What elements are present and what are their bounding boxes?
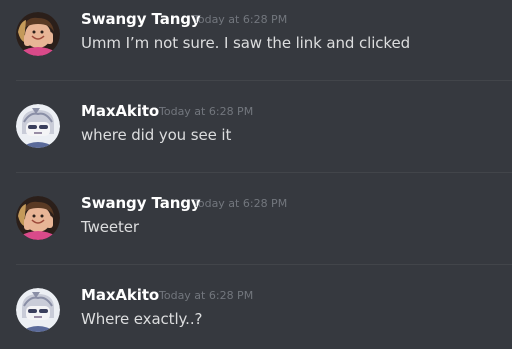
message-author[interactable]: MaxAkito	[81, 102, 159, 120]
message-timestamp[interactable]: Today at 6:28 PM	[193, 197, 287, 210]
message-divider	[16, 80, 512, 81]
message-item[interactable]: Swangy Tangy Today at 6:28 PM Tweeter	[0, 194, 512, 256]
message-item[interactable]: Swangy Tangy Today at 6:28 PM Umm I’m no…	[0, 10, 512, 72]
maxakito-avatar-icon[interactable]	[16, 288, 60, 332]
chat-messages: Swangy Tangy Today at 6:28 PM Umm I’m no…	[0, 0, 512, 349]
message-content: Where exactly..?	[81, 310, 203, 328]
message-content: Tweeter	[81, 218, 139, 236]
maxakito-avatar-icon[interactable]	[16, 104, 60, 148]
message-item[interactable]: MaxAkito Today at 6:28 PM where did you …	[0, 102, 512, 164]
swangy-avatar-icon[interactable]	[16, 196, 60, 240]
message-content: where did you see it	[81, 126, 232, 144]
message-timestamp[interactable]: Today at 6:28 PM	[159, 105, 253, 118]
swangy-avatar-icon[interactable]	[16, 12, 60, 56]
message-author[interactable]: Swangy Tangy	[81, 10, 201, 28]
message-author[interactable]: Swangy Tangy	[81, 194, 201, 212]
message-content: Umm I’m not sure. I saw the link and cli…	[81, 34, 411, 52]
message-author[interactable]: MaxAkito	[81, 286, 159, 304]
message-divider	[16, 172, 512, 173]
message-divider	[16, 264, 512, 265]
message-timestamp[interactable]: Today at 6:28 PM	[159, 289, 253, 302]
message-item[interactable]: MaxAkito Today at 6:28 PM Where exactly.…	[0, 286, 512, 348]
message-timestamp[interactable]: Today at 6:28 PM	[193, 13, 287, 26]
